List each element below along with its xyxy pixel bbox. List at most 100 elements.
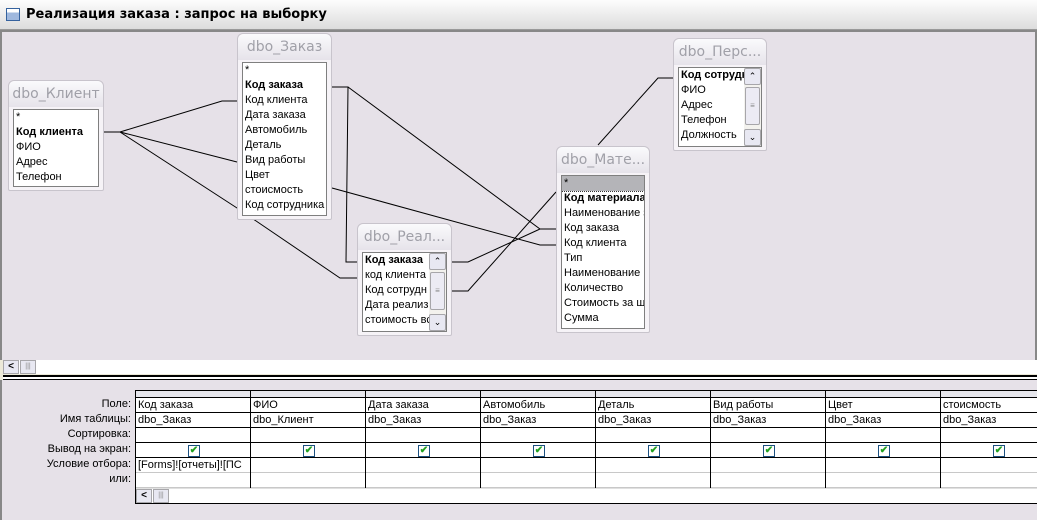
field-list[interactable]: Код заказа код клиента Код сотрудн Дата реа… (362, 252, 447, 332)
field-item[interactable]: Тип (562, 251, 644, 266)
sort-cell[interactable] (481, 428, 595, 443)
show-cell[interactable]: ✔ (596, 443, 710, 458)
criteria-cell[interactable] (251, 458, 365, 473)
field-item[interactable]: ФИО (679, 83, 747, 98)
field-item[interactable]: Код клиента (14, 125, 98, 140)
field-item[interactable]: Телефон (14, 170, 98, 185)
table-cell[interactable]: dbo_Заказ (596, 413, 710, 428)
field-item[interactable]: Сумма (562, 311, 644, 326)
show-cell[interactable]: ✔ (826, 443, 940, 458)
or-cell[interactable] (136, 473, 250, 488)
show-checkbox[interactable]: ✔ (993, 445, 1005, 457)
field-list[interactable]: * Код заказа Код клиента Дата заказа Автомоб… (242, 62, 327, 216)
grid-column[interactable]: стоисмость dbo_Заказ ✔ (941, 391, 1037, 488)
or-cell[interactable] (711, 473, 825, 488)
column-selector[interactable] (366, 391, 480, 398)
show-checkbox[interactable]: ✔ (878, 445, 890, 457)
criteria-cell[interactable] (941, 458, 1037, 473)
table-cell[interactable]: dbo_Заказ (136, 413, 250, 428)
field-item[interactable]: Код заказа (243, 78, 326, 93)
table-title[interactable]: dbo_Реал... (358, 224, 451, 250)
field-item[interactable]: Код заказа (363, 253, 431, 268)
sort-cell[interactable] (711, 428, 825, 443)
table-dbo-realizaciya[interactable]: dbo_Реал... Код заказа код клиента Код сотр… (357, 223, 452, 336)
grid-scroll-thumb[interactable]: ||| (153, 489, 169, 503)
column-selector[interactable] (941, 391, 1037, 398)
table-title[interactable]: dbo_Мате... (557, 147, 649, 173)
table-dbo-materialy[interactable]: dbo_Мате... * Код материала Наименование зК… (556, 146, 650, 333)
table-dbo-zakaz[interactable]: dbo_Заказ * Код заказа Код клиента Дата зака… (237, 33, 332, 220)
sort-cell[interactable] (941, 428, 1037, 443)
field-item[interactable]: Деталь (243, 138, 326, 153)
show-checkbox[interactable]: ✔ (648, 445, 660, 457)
show-cell[interactable]: ✔ (941, 443, 1037, 458)
field-cell[interactable]: Код заказа (136, 398, 250, 413)
table-title[interactable]: dbo_Заказ (238, 34, 331, 60)
sort-cell[interactable] (251, 428, 365, 443)
field-cell[interactable]: ФИО (251, 398, 365, 413)
field-cell[interactable]: Цвет (826, 398, 940, 413)
sort-cell[interactable] (136, 428, 250, 443)
field-list-scrollbar[interactable]: ⌃ ≡ ⌄ (429, 253, 446, 331)
field-item[interactable]: Код материала (562, 191, 644, 206)
grid-scrollbar[interactable]: < ||| (136, 488, 1037, 503)
field-item[interactable]: Наименование з (562, 206, 644, 221)
field-list[interactable]: * Код материала Наименование з Код заказа Ко… (561, 175, 645, 329)
scroll-left-button[interactable]: < (3, 360, 19, 374)
field-item[interactable]: Код сотрудника (243, 198, 326, 213)
show-checkbox[interactable]: ✔ (418, 445, 430, 457)
column-selector[interactable] (596, 391, 710, 398)
grid-scroll-left-button[interactable]: < (136, 489, 152, 503)
table-cell[interactable]: dbo_Заказ (826, 413, 940, 428)
field-item[interactable]: Код заказа (562, 221, 644, 236)
field-item[interactable]: Автомобиль (243, 123, 326, 138)
field-item[interactable]: Код сотрудн (363, 283, 431, 298)
field-item[interactable]: Код клиента (562, 236, 644, 251)
scroll-thumb[interactable]: ≡ (430, 272, 445, 310)
scroll-down-button[interactable]: ⌄ (744, 129, 761, 146)
scroll-up-button[interactable]: ⌃ (429, 253, 446, 270)
field-item[interactable]: Вид работы (243, 153, 326, 168)
column-selector[interactable] (136, 391, 250, 398)
table-dbo-klient[interactable]: dbo_Клиент * Код клиента ФИО Адрес Телефон (8, 80, 104, 191)
table-pane-scrollbar[interactable]: < ||| (3, 360, 1037, 374)
table-cell[interactable]: dbo_Заказ (941, 413, 1037, 428)
grid-column[interactable]: Цвет dbo_Заказ ✔ (826, 391, 941, 488)
criteria-cell[interactable]: [Forms]![отчеты]![ПС (136, 458, 250, 473)
field-item[interactable]: Адрес (679, 98, 747, 113)
show-cell[interactable]: ✔ (136, 443, 250, 458)
scroll-thumb[interactable]: ≡ (745, 87, 760, 125)
field-cell[interactable]: Дата заказа (366, 398, 480, 413)
field-list[interactable]: Код сотрудн ФИО Адрес Телефон Должность ⌃ ≡ ⌄ (678, 67, 762, 147)
table-cell[interactable]: dbo_Клиент (251, 413, 365, 428)
field-item[interactable]: Дата заказа (243, 108, 326, 123)
field-item[interactable]: Телефон (679, 113, 747, 128)
or-cell[interactable] (596, 473, 710, 488)
field-item[interactable]: Адрес (14, 155, 98, 170)
or-cell[interactable] (366, 473, 480, 488)
field-list-scrollbar[interactable]: ⌃ ≡ ⌄ (744, 68, 761, 146)
field-item[interactable]: Количество (562, 281, 644, 296)
sort-cell[interactable] (596, 428, 710, 443)
or-cell[interactable] (481, 473, 595, 488)
field-item[interactable]: Код сотрудн (679, 68, 747, 83)
field-item[interactable]: стоимость вс (363, 313, 431, 328)
field-item[interactable]: Наименование (562, 266, 644, 281)
query-design-grid[interactable]: стоисмость dbo_Заказ ✔ Цвет dbo_Заказ ✔ Вид ра… (135, 390, 1037, 504)
field-cell[interactable]: Деталь (596, 398, 710, 413)
field-item[interactable]: Дата реализ (363, 298, 431, 313)
sort-cell[interactable] (366, 428, 480, 443)
scroll-down-button[interactable]: ⌄ (429, 314, 446, 331)
table-cell[interactable]: dbo_Заказ (711, 413, 825, 428)
field-item[interactable]: * (562, 176, 644, 192)
column-selector[interactable] (481, 391, 595, 398)
grid-column[interactable]: Вид работы dbo_Заказ ✔ (711, 391, 826, 488)
grid-column[interactable]: ФИО dbo_Клиент ✔ (251, 391, 366, 488)
or-cell[interactable] (251, 473, 365, 488)
field-item[interactable]: ФИО (14, 140, 98, 155)
sort-cell[interactable] (826, 428, 940, 443)
field-item[interactable]: код клиента (363, 268, 431, 283)
scroll-up-button[interactable]: ⌃ (744, 68, 761, 85)
grid-column[interactable]: Дата заказа dbo_Заказ ✔ (366, 391, 481, 488)
scroll-thumb[interactable]: ||| (20, 360, 36, 374)
